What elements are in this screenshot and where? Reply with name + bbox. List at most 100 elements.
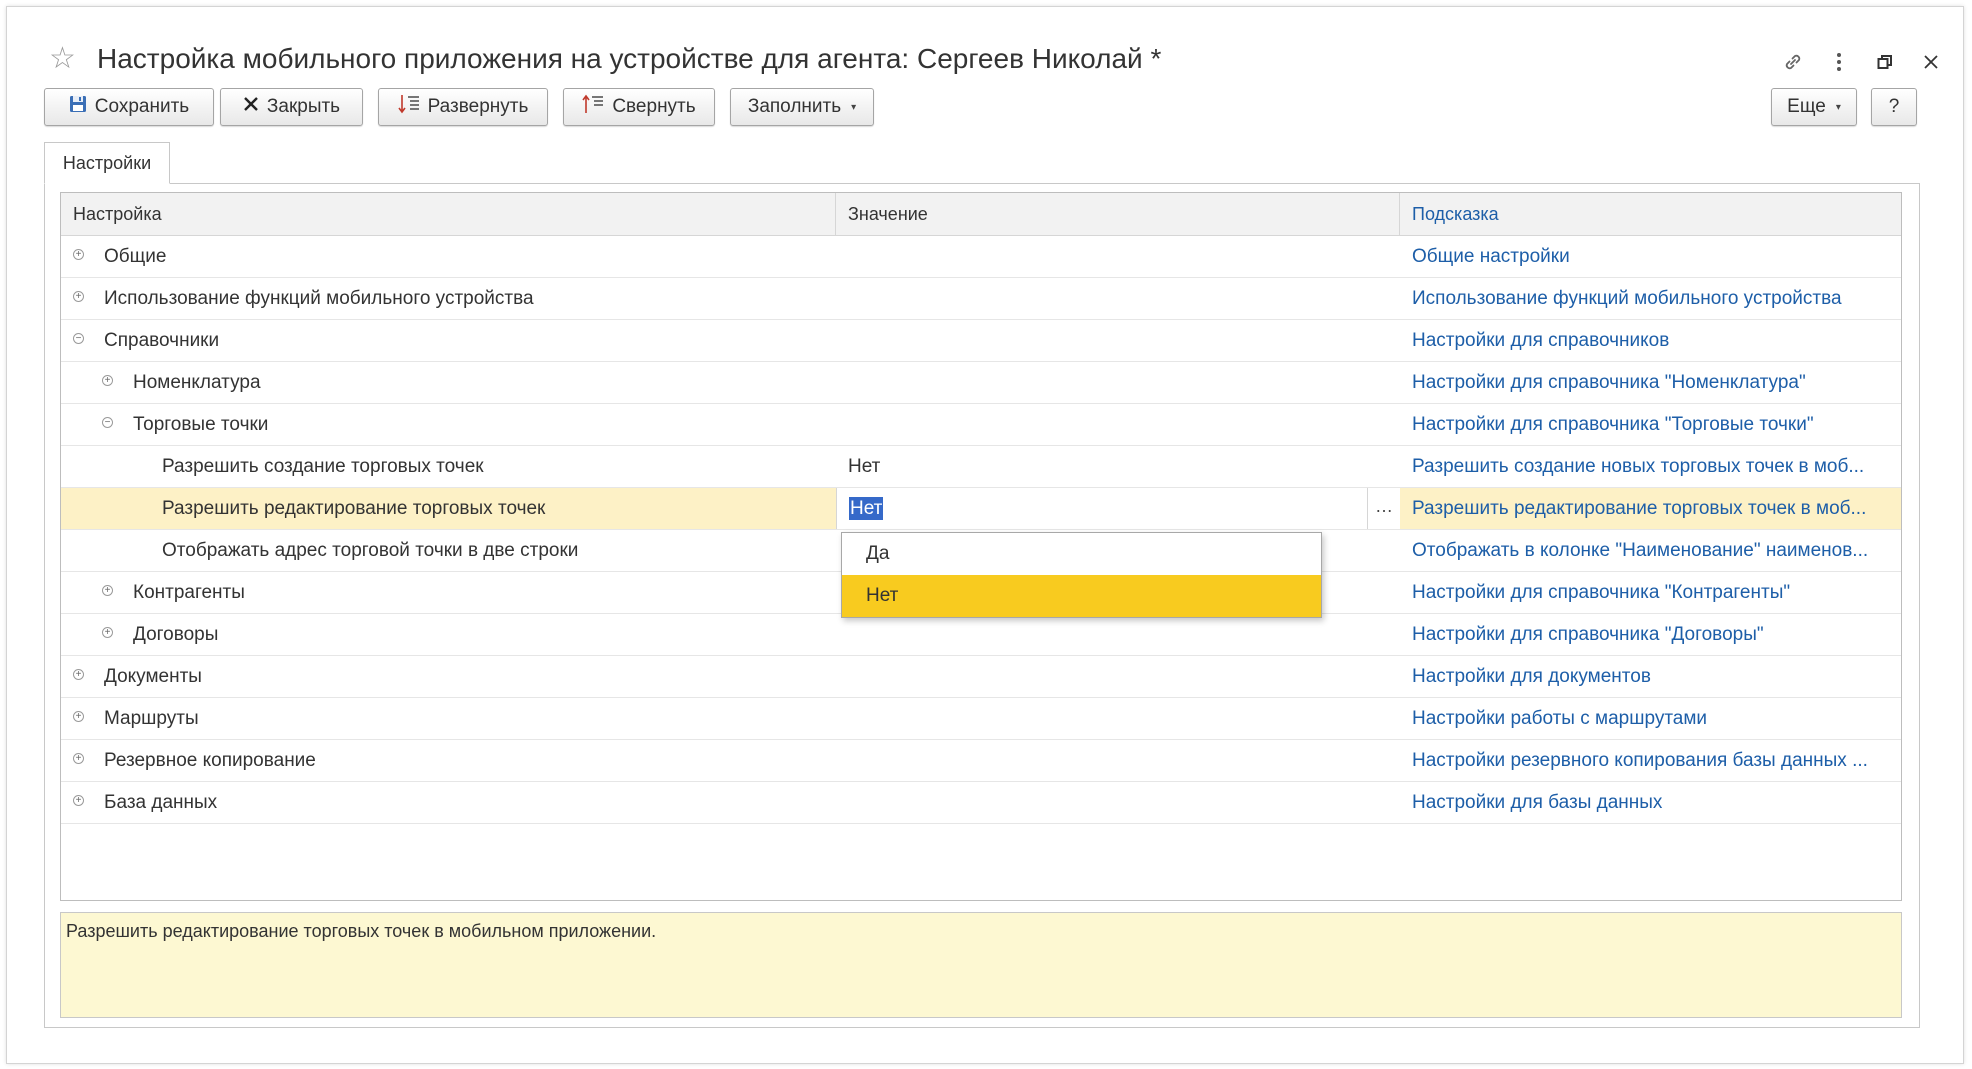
collapse-minus-icon[interactable]: − bbox=[102, 417, 113, 428]
value-cell[interactable] bbox=[836, 614, 1400, 655]
expand-plus-icon[interactable]: + bbox=[73, 291, 84, 302]
expand-plus-icon[interactable]: + bbox=[102, 375, 113, 386]
setting-cell[interactable]: + Номенклатура bbox=[61, 362, 836, 403]
expand-plus-icon[interactable]: + bbox=[73, 249, 84, 260]
table-row[interactable]: + Маршруты Настройки работы с маршрутами bbox=[61, 698, 1901, 740]
setting-label: Резервное копирование bbox=[104, 750, 316, 771]
table-row[interactable]: + Резервное копирование Настройки резервно… bbox=[61, 740, 1901, 782]
more-dropdown-button[interactable]: Еще ▾ bbox=[1771, 88, 1857, 126]
setting-cell[interactable]: − Торговые точки bbox=[61, 404, 836, 445]
expand-plus-icon[interactable]: + bbox=[73, 753, 84, 764]
value-cell[interactable] bbox=[836, 236, 1400, 277]
setting-cell[interactable]: − Справочники bbox=[61, 320, 836, 361]
setting-cell[interactable]: + Общие bbox=[61, 236, 836, 277]
fill-dropdown-button[interactable]: Заполнить ▾ bbox=[730, 88, 874, 126]
link-icon[interactable] bbox=[1781, 50, 1805, 74]
table-row[interactable]: + Документы Настройки для документов bbox=[61, 656, 1901, 698]
column-header-setting[interactable]: Настройка bbox=[61, 193, 836, 235]
table-row[interactable]: − Справочники Настройки для справочников bbox=[61, 320, 1901, 362]
value-cell[interactable] bbox=[836, 278, 1400, 319]
collapse-all-button[interactable]: Свернуть bbox=[563, 88, 715, 126]
more-actions-icon[interactable] bbox=[1827, 50, 1851, 74]
setting-cell[interactable]: + Маршруты bbox=[61, 698, 836, 739]
expand-all-label: Развернуть bbox=[427, 96, 529, 117]
setting-cell[interactable]: + Использование функций мобильного устрой… bbox=[61, 278, 836, 319]
value-cell[interactable] bbox=[836, 782, 1400, 823]
help-button[interactable]: ? bbox=[1871, 88, 1917, 126]
hint-link[interactable]: Общие настройки bbox=[1400, 236, 1901, 277]
hint-link[interactable]: Настройки работы с маршрутами bbox=[1400, 698, 1901, 739]
value-cell[interactable] bbox=[836, 320, 1400, 361]
table-row[interactable]: + База данных Настройки для базы данных bbox=[61, 782, 1901, 824]
floppy-disk-icon bbox=[69, 95, 87, 119]
expand-plus-icon[interactable]: + bbox=[102, 585, 113, 596]
table-row[interactable]: + Договоры Настройки для справочника "Дого… bbox=[61, 614, 1901, 656]
expand-plus-icon[interactable]: + bbox=[73, 795, 84, 806]
close-window-icon[interactable] bbox=[1919, 50, 1943, 74]
value-cell[interactable] bbox=[836, 404, 1400, 445]
value-cell[interactable] bbox=[836, 740, 1400, 781]
select-value-button[interactable]: … bbox=[1367, 488, 1400, 529]
hint-link[interactable]: Настройки для справочника "Номенклатура" bbox=[1400, 362, 1901, 403]
setting-label: Использование функций мобильного устройс… bbox=[104, 288, 534, 309]
setting-cell[interactable]: Разрешить создание торговых точек bbox=[61, 446, 836, 487]
more-button-label: Еще bbox=[1787, 96, 1826, 117]
value-cell[interactable] bbox=[836, 698, 1400, 739]
tab-settings[interactable]: Настройки bbox=[44, 142, 170, 184]
chevron-down-icon: ▾ bbox=[851, 101, 857, 113]
column-header-value[interactable]: Значение bbox=[836, 193, 1400, 235]
setting-cell[interactable]: + Документы bbox=[61, 656, 836, 697]
table-row[interactable]: Разрешить создание торговых точек Нет Разр… bbox=[61, 446, 1901, 488]
hint-link[interactable]: Разрешить редактирование торговых точек … bbox=[1400, 488, 1901, 529]
setting-cell[interactable]: + Резервное копирование bbox=[61, 740, 836, 781]
restore-window-icon[interactable] bbox=[1873, 50, 1897, 74]
hint-link[interactable]: Использование функций мобильного устройс… bbox=[1400, 278, 1901, 319]
hint-link[interactable]: Настройки для справочника "Договоры" bbox=[1400, 614, 1901, 655]
hint-link[interactable]: Разрешить создание новых торговых точек … bbox=[1400, 446, 1901, 487]
dropdown-option-yes[interactable]: Да bbox=[842, 533, 1321, 575]
value-edit-field[interactable]: Нет … bbox=[836, 488, 1400, 529]
expand-plus-icon[interactable]: + bbox=[73, 711, 84, 722]
value-cell[interactable]: Нет bbox=[836, 446, 1400, 487]
expand-plus-icon[interactable]: + bbox=[73, 669, 84, 680]
value-edit-text[interactable]: Нет bbox=[849, 497, 884, 520]
setting-label: Документы bbox=[104, 666, 202, 687]
column-header-hint[interactable]: Подсказка bbox=[1400, 193, 1901, 235]
hint-link[interactable]: Настройки резервного копирования базы да… bbox=[1400, 740, 1901, 781]
hint-link[interactable]: Настройки для справочника "Торговые точк… bbox=[1400, 404, 1901, 445]
table-row[interactable]: − Торговые точки Настройки для справочника… bbox=[61, 404, 1901, 446]
table-header: Настройка Значение Подсказка bbox=[61, 193, 1901, 236]
setting-label: Справочники bbox=[104, 330, 220, 351]
close-button[interactable]: Закрыть bbox=[220, 88, 363, 126]
table-row[interactable]: Разрешить редактирование торговых точек Н… bbox=[61, 488, 1901, 530]
expand-all-button[interactable]: Развернуть bbox=[378, 88, 548, 126]
window-title: Настройка мобильного приложения на устро… bbox=[97, 43, 1162, 74]
close-icon bbox=[243, 96, 259, 118]
setting-cell[interactable]: Отображать адрес торговой точки в две ст… bbox=[61, 530, 836, 571]
value-cell[interactable] bbox=[836, 362, 1400, 403]
setting-cell[interactable]: Разрешить редактирование торговых точек bbox=[61, 488, 836, 529]
tab-settings-label: Настройки bbox=[62, 152, 152, 173]
setting-cell[interactable]: + Договоры bbox=[61, 614, 836, 655]
window-controls bbox=[1781, 43, 1943, 81]
table-row[interactable]: + Общие Общие настройки bbox=[61, 236, 1901, 278]
hint-link[interactable]: Настройки для документов bbox=[1400, 656, 1901, 697]
hint-link[interactable]: Настройки для справочника "Контрагенты" bbox=[1400, 572, 1901, 613]
hint-link[interactable]: Отображать в колонке "Наименование" наим… bbox=[1400, 530, 1901, 571]
favorite-star-icon[interactable]: ☆ bbox=[49, 44, 76, 74]
setting-label: Отображать адрес торговой точки в две ст… bbox=[162, 540, 579, 561]
setting-cell[interactable]: + База данных bbox=[61, 782, 836, 823]
table-row[interactable]: + Использование функций мобильного устрой… bbox=[61, 278, 1901, 320]
collapse-minus-icon[interactable]: − bbox=[73, 333, 84, 344]
setting-cell[interactable]: + Контрагенты bbox=[61, 572, 836, 613]
hint-link[interactable]: Настройки для справочников bbox=[1400, 320, 1901, 361]
setting-label: База данных bbox=[104, 792, 218, 813]
collapse-tree-icon bbox=[582, 94, 604, 120]
setting-label: Договоры bbox=[133, 624, 219, 645]
hint-link[interactable]: Настройки для базы данных bbox=[1400, 782, 1901, 823]
expand-plus-icon[interactable]: + bbox=[102, 627, 113, 638]
value-cell[interactable] bbox=[836, 656, 1400, 697]
dropdown-option-no[interactable]: Нет bbox=[842, 575, 1321, 617]
save-button[interactable]: Сохранить bbox=[44, 88, 214, 126]
table-row[interactable]: + Номенклатура Настройки для справочника "… bbox=[61, 362, 1901, 404]
